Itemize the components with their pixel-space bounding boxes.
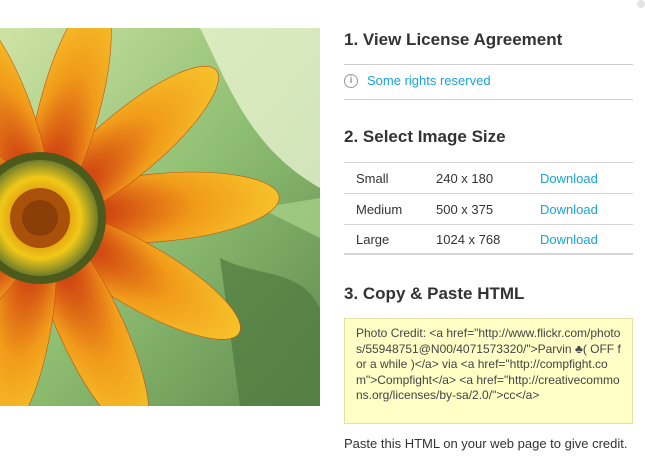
copy-paste-heading: 3. Copy & Paste HTML <box>344 284 525 303</box>
select-size-heading: 2. Select Image Size <box>344 127 506 146</box>
size-table: Small 240 x 180 Download Medium 500 x 37… <box>344 162 633 255</box>
download-large-link[interactable]: Download <box>540 232 633 247</box>
size-name: Large <box>356 231 390 247</box>
download-small-link[interactable]: Download <box>540 171 633 186</box>
size-row-medium: Medium 500 x 375 Download <box>344 193 633 224</box>
size-name: Small <box>356 170 389 186</box>
divider <box>344 99 633 100</box>
size-row-small: Small 240 x 180 Download <box>344 162 633 193</box>
some-rights-reserved-link[interactable]: Some rights reserved <box>367 73 491 88</box>
size-dimensions: 500 x 375 <box>436 201 494 217</box>
flower-photo <box>0 28 320 406</box>
paste-instructions: Paste this HTML on your web page to give… <box>344 436 628 451</box>
html-code-box[interactable]: Photo Credit: <a href="http://www.flickr… <box>344 318 633 424</box>
size-dimensions: 1024 x 768 <box>436 231 501 247</box>
divider <box>344 64 633 65</box>
download-medium-link[interactable]: Download <box>540 202 633 217</box>
info-icon: i <box>344 73 358 88</box>
size-name: Medium <box>356 201 403 217</box>
size-row-large: Large 1024 x 768 Download <box>344 224 633 255</box>
corner-decoration <box>637 0 645 8</box>
size-dimensions: 240 x 180 <box>436 170 494 186</box>
flower-image <box>0 28 320 406</box>
rights-row: i Some rights reserved <box>344 73 491 88</box>
view-license-heading: 1. View License Agreement <box>344 30 563 49</box>
